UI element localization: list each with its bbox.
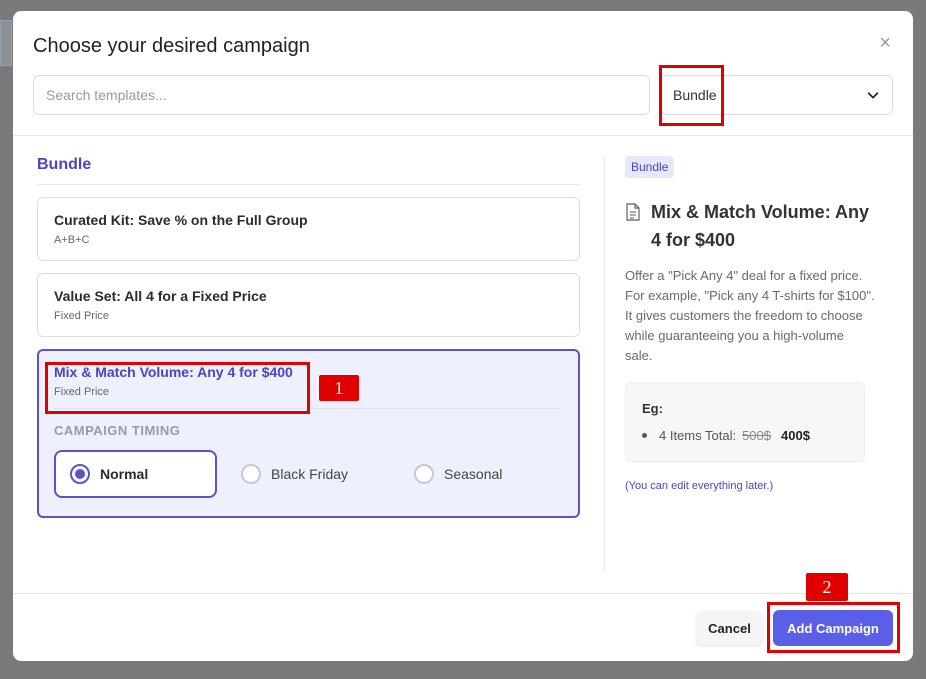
preview-title-row: Mix & Match Volume: Any 4 for $400 (625, 198, 875, 254)
example-label: Eg: (642, 401, 663, 416)
selected-card-header: Mix & Match Volume: Any 4 for $400 Fixed… (54, 364, 563, 409)
template-card-title: Value Set: All 4 for a Fixed Price (54, 288, 267, 304)
template-card-subtitle: Fixed Price (54, 386, 110, 398)
template-card-subtitle: A+B+C (54, 234, 90, 246)
category-select[interactable]: Bundle (660, 75, 893, 115)
template-card-title: Curated Kit: Save % on the Full Group (54, 212, 308, 228)
cancel-button[interactable]: Cancel (696, 611, 763, 645)
timing-option-seasonal[interactable]: Seasonal (400, 450, 563, 498)
radio-unchecked-icon (414, 464, 434, 484)
annotation-tag-2: 2 (806, 573, 848, 601)
modal-title: Choose your desired campaign (33, 35, 310, 57)
template-card-mix-match[interactable]: Mix & Match Volume: Any 4 for $400 Fixed… (37, 349, 580, 518)
category-badge: Bundle (625, 156, 675, 178)
timing-option-label: Black Friday (271, 466, 349, 482)
template-card-title: Mix & Match Volume: Any 4 for $400 (54, 364, 293, 380)
template-card-subtitle: Fixed Price (54, 310, 110, 322)
category-select-value: Bundle (673, 87, 717, 103)
timing-option-normal[interactable]: Normal (54, 450, 217, 498)
edit-note: (You can edit everything later.) (625, 480, 774, 492)
close-icon[interactable]: × (879, 33, 891, 53)
radio-checked-icon (70, 464, 90, 484)
example-line: 4 Items Total: 500$ 400$ (642, 428, 848, 443)
timing-option-label: Normal (100, 466, 149, 482)
example-prefix: 4 Items Total: (659, 428, 737, 443)
campaign-timing-label: CAMPAIGN TIMING (54, 423, 181, 438)
annotation-tag-1: 1 (319, 375, 359, 401)
example-old-price: 500$ (742, 428, 771, 443)
template-card-value-set[interactable]: Value Set: All 4 for a Fixed Price Fixed… (37, 273, 580, 337)
background-panel (0, 20, 12, 66)
column-divider (604, 156, 605, 572)
example-box: Eg: 4 Items Total: 500$ 400$ (625, 382, 865, 462)
preview-description: Offer a "Pick Any 4" deal for a fixed pr… (625, 268, 875, 363)
footer-divider (13, 593, 913, 594)
bullet-icon (642, 433, 647, 438)
timing-radio-group: Normal Black Friday Seasonal (54, 450, 563, 498)
header-divider (13, 135, 913, 136)
radio-unchecked-icon (241, 464, 261, 484)
add-campaign-button[interactable]: Add Campaign (773, 610, 893, 646)
timing-option-black-friday[interactable]: Black Friday (227, 450, 390, 498)
campaign-modal: Choose your desired campaign × Bundle Bu… (13, 11, 913, 661)
section-title: Bundle (37, 156, 580, 185)
example-new-price: 400$ (781, 428, 810, 443)
preview-title: Mix & Match Volume: Any 4 for $400 (651, 202, 870, 250)
search-input[interactable] (33, 75, 650, 115)
template-preview: Bundle Mix & Match Volume: Any 4 for $40… (625, 156, 875, 492)
timing-option-label: Seasonal (444, 466, 503, 482)
document-icon (626, 203, 640, 221)
chevron-down-icon (867, 92, 879, 99)
template-list: Bundle Curated Kit: Save % on the Full G… (37, 156, 580, 530)
template-card-curated-kit[interactable]: Curated Kit: Save % on the Full Group A+… (37, 197, 580, 261)
